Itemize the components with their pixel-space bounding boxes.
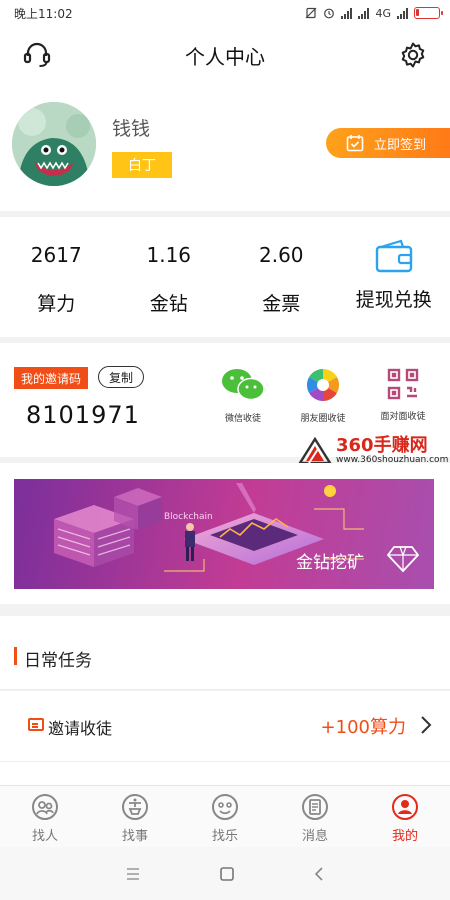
section-accent-bar	[14, 647, 17, 665]
signal-icon	[341, 7, 353, 19]
banner-title: 金钻挖矿	[296, 553, 364, 573]
status-bar: 晚上11:02 4G	[0, 0, 450, 26]
tab-find-fun[interactable]: 找乐	[180, 786, 270, 847]
section-title: 日常任务	[24, 651, 92, 671]
banner-scene-text: Blockchain	[164, 512, 213, 522]
username: 钱钱	[112, 118, 151, 140]
task-row-partial	[0, 761, 450, 785]
gear-icon	[401, 42, 425, 68]
banner-illustration: Blockchain	[54, 483, 420, 573]
chevron-right-icon	[421, 716, 432, 734]
tab-find-tasks[interactable]: 找事	[90, 786, 180, 847]
page-title: 个人中心	[185, 44, 265, 69]
stat-label: 算力	[37, 293, 76, 315]
user-icon	[392, 794, 418, 820]
tab-label: 找人	[31, 829, 58, 844]
tab-label: 找乐	[211, 829, 238, 844]
banner-section: Blockchain 金钻挖矿	[0, 463, 450, 604]
task-name: 邀请收徒	[48, 719, 113, 738]
tab-label: 消息	[301, 829, 328, 844]
task-row-invite[interactable]: 邀请收徒 +100算力	[0, 691, 450, 761]
customer-service-icon	[23, 42, 51, 67]
profile-card: 钱钱 白丁 立即签到	[0, 84, 450, 211]
stat-gold-diamond[interactable]: 1.16 金钻	[113, 217, 226, 337]
task-reward: +100算力	[320, 717, 406, 738]
stats-row: 2617 算力 1.16 金钻 2.60 金票 提现兑换	[0, 217, 450, 337]
share-qrcode[interactable]: 面对面收徒	[368, 367, 438, 422]
stat-label: 金钻	[149, 293, 188, 315]
invite-card-icon	[28, 718, 44, 731]
system-nav-bar	[0, 847, 450, 900]
status-time: 晚上11:02	[14, 6, 73, 21]
watermark-logo-icon	[298, 437, 332, 465]
menu-icon[interactable]	[125, 867, 141, 881]
status-icons: 4G	[305, 6, 443, 20]
header: 个人中心	[0, 26, 450, 84]
stat-label: 提现兑换	[355, 289, 432, 311]
tab-messages[interactable]: 消息	[270, 786, 360, 847]
watermark: 360手赚网 www.360shouzhuan.com	[298, 437, 448, 465]
message-icon	[302, 794, 328, 820]
tab-label: 找事	[121, 829, 148, 844]
moments-icon	[306, 368, 340, 402]
settings-button[interactable]	[398, 40, 428, 70]
avatar[interactable]	[12, 102, 96, 186]
share-moments[interactable]: 朋友圈收徒	[288, 367, 358, 424]
stat-value: 2.60	[258, 243, 304, 267]
battery-icon	[414, 7, 443, 19]
stat-computing-power[interactable]: 2617 算力	[0, 217, 113, 337]
invite-code-tag: 我的邀请码	[14, 367, 88, 389]
stat-withdraw[interactable]: 提现兑换	[338, 217, 450, 337]
share-label: 面对面收徒	[380, 412, 426, 422]
task-icon	[122, 794, 148, 820]
wechat-icon	[222, 369, 265, 401]
tab-label: 我的	[391, 829, 418, 844]
share-wechat[interactable]: 微信收徒	[208, 367, 278, 424]
stat-label: 金票	[262, 293, 301, 315]
tab-mine[interactable]: 我的	[360, 786, 450, 847]
stat-value: 2617	[30, 243, 82, 267]
mining-banner[interactable]: Blockchain 金钻挖矿	[14, 479, 434, 589]
stat-gold-ticket[interactable]: 2.60 金票	[225, 217, 338, 337]
level-badge: 白丁	[112, 152, 172, 178]
qrcode-icon	[387, 368, 419, 400]
alarm-icon	[324, 8, 335, 19]
tab-find-people[interactable]: 找人	[0, 786, 90, 847]
profile-page: 晚上11:02 4G 个人中心 钱钱 白丁 立即签到 2617 算力 1.16 …	[0, 0, 450, 900]
network-type: 4G	[375, 6, 391, 20]
share-label: 朋友圈收徒	[300, 414, 346, 424]
calendar-check-icon	[346, 135, 364, 152]
signin-label: 立即签到	[374, 137, 427, 153]
daily-tasks-header: 日常任务	[0, 616, 450, 690]
no-sim-icon	[306, 7, 317, 19]
people-icon	[32, 794, 58, 820]
invite-section: 我的邀请码 复制 8101971 微信收徒 朋友圈收徒 面对面收徒 360手赚网…	[0, 343, 450, 465]
watermark-title: 360手赚网	[336, 435, 428, 456]
share-label: 微信收徒	[224, 414, 261, 424]
wallet-icon	[375, 239, 412, 273]
back-icon[interactable]	[313, 866, 325, 882]
signal-icon	[358, 7, 370, 19]
copy-button[interactable]: 复制	[98, 366, 144, 388]
home-icon[interactable]	[219, 866, 235, 882]
smile-icon	[212, 794, 238, 820]
stat-value: 1.16	[146, 243, 192, 267]
signal-icon	[397, 7, 408, 19]
customer-service-button[interactable]	[22, 40, 52, 70]
invite-code: 8101971	[26, 401, 140, 429]
bottom-tab-bar: 找人 找事 找乐 消息 我的	[0, 785, 450, 847]
signin-button[interactable]: 立即签到	[326, 128, 450, 158]
